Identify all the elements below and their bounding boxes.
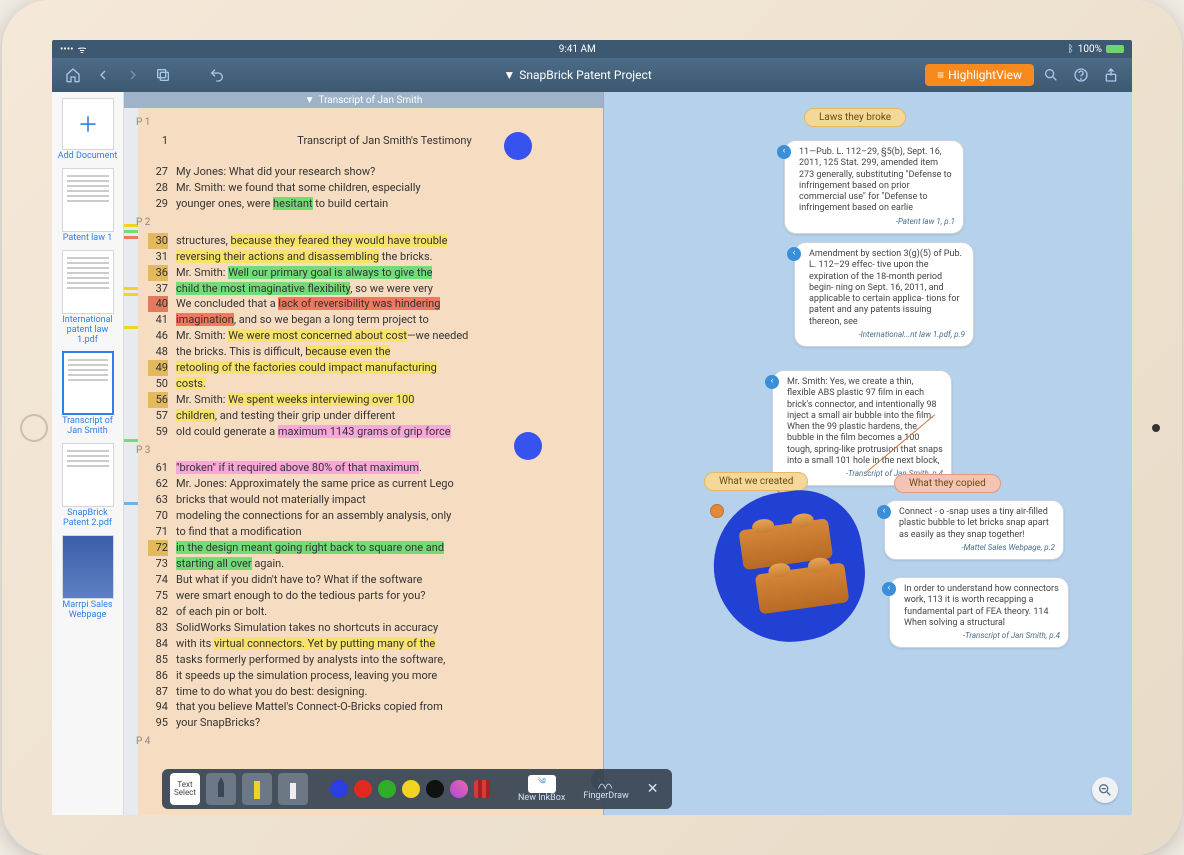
brick-illustration[interactable] [704,482,873,651]
annotation-dot[interactable] [504,132,532,160]
note-card[interactable]: ‹ Amendment by section 3(g)(5) of Pub. L… [794,242,974,347]
wifi-icon: ᯤ [78,42,87,56]
eraser-tool[interactable] [278,773,308,805]
note-collapse-icon[interactable]: ‹ [765,375,779,389]
transcript-body[interactable]: P 11Transcript of Jan Smith's Testimony2… [124,108,603,815]
text-select-tool[interactable]: Text Select [170,773,200,805]
note-card[interactable]: ‹ In order to understand how connectors … [889,577,1069,648]
screen: •••• ᯤ 9:41 AM ᛒ 100% ▼ SnapBrick Patent… [52,40,1132,815]
content-area: Add Document Patent law 1 International … [52,92,1132,815]
project-title[interactable]: ▼ SnapBrick Patent Project [503,68,651,82]
forward-button[interactable] [120,62,146,88]
badge-copied[interactable]: What they copied [894,474,1001,493]
undo-button[interactable] [204,62,230,88]
share-button[interactable] [1098,62,1124,88]
add-document-button[interactable]: Add Document [58,98,118,162]
sidebar-doc-snapbrick-patent-2[interactable]: SnapBrick Patent 2.pdf [58,443,118,529]
transcript-header[interactable]: ▼ Transcript of Jan Smith [124,92,603,108]
note-collapse-icon[interactable]: ‹ [882,582,896,596]
note-collapse-icon[interactable]: ‹ [877,505,891,519]
document-sidebar[interactable]: Add Document Patent law 1 International … [52,92,124,815]
sidebar-doc-intl-patent-law[interactable]: International patent law 1.pdf [58,250,118,346]
list-icon: ≡ [937,68,944,82]
search-button[interactable] [1038,62,1064,88]
sidebar-doc-marrpi-sales[interactable]: Marrpi Sales Webpage [58,535,118,621]
help-button[interactable] [1068,62,1094,88]
sidebar-doc-transcript-jan-smith[interactable]: Transcript of Jan Smith [58,351,118,437]
annotation-dot[interactable] [514,432,542,460]
color-swatch[interactable] [426,780,444,798]
close-toolbar-button[interactable]: ✕ [641,781,665,797]
signal-icon: •••• [60,44,74,55]
status-bar: •••• ᯤ 9:41 AM ᛒ 100% [52,40,1132,58]
color-swatch[interactable] [402,780,420,798]
badge-created[interactable]: What we created [704,472,808,491]
home-button[interactable] [20,414,48,442]
back-button[interactable] [90,62,116,88]
note-collapse-icon[interactable] [710,504,724,518]
color-swatch[interactable] [330,780,348,798]
copy-icon[interactable] [150,62,176,88]
home-icon[interactable] [60,62,86,88]
battery-icon [1106,45,1124,53]
bluetooth-icon: ᛒ [1068,44,1074,55]
ink-toolbar[interactable]: Text Select ༄ New InkBox FingerDraw ✕ [162,769,672,809]
fingerdraw-button[interactable]: FingerDraw [577,777,634,801]
note-card[interactable]: ‹ Connect - o -snap uses a tiny air-fill… [884,500,1064,560]
zoom-out-button[interactable] [1092,777,1118,803]
note-collapse-icon[interactable]: ‹ [787,247,801,261]
new-inkbox-button[interactable]: ༄ New InkBox [512,775,571,803]
note-collapse-icon[interactable]: ‹ [777,145,791,159]
main-split: ▼ Transcript of Jan Smith [124,92,1132,815]
ipad-frame: •••• ᯤ 9:41 AM ᛒ 100% ▼ SnapBrick Patent… [2,0,1182,855]
color-swatch[interactable] [354,780,372,798]
badge-laws[interactable]: Laws they broke [804,108,906,127]
status-time: 9:41 AM [559,44,596,55]
dropdown-triangle-icon: ▼ [305,95,315,106]
note-card[interactable]: ‹ Mr. Smith: Yes, we create a thin, flex… [772,370,952,486]
color-swatch[interactable] [474,780,490,798]
note-card[interactable]: ‹ 11—Pub. L. 112–29, §5(b), Sept. 16, 20… [784,140,964,234]
highlight-view-button[interactable]: ≡ HighlightView [925,64,1034,86]
battery-pct: 100% [1078,44,1102,55]
camera-dot [1152,424,1160,432]
color-swatch[interactable] [378,780,396,798]
top-toolbar: ▼ SnapBrick Patent Project ≡ HighlightVi… [52,58,1132,92]
dropdown-triangle-icon: ▼ [503,68,515,82]
sidebar-doc-patent-law-1[interactable]: Patent law 1 [58,168,118,244]
highlighter-tool[interactable] [242,773,272,805]
color-swatch[interactable] [450,780,468,798]
notes-canvas[interactable]: Laws they broke ‹ 11—Pub. L. 112–29, §5(… [604,92,1132,815]
pen-tool[interactable] [206,773,236,805]
transcript-pane[interactable]: ▼ Transcript of Jan Smith [124,92,604,815]
